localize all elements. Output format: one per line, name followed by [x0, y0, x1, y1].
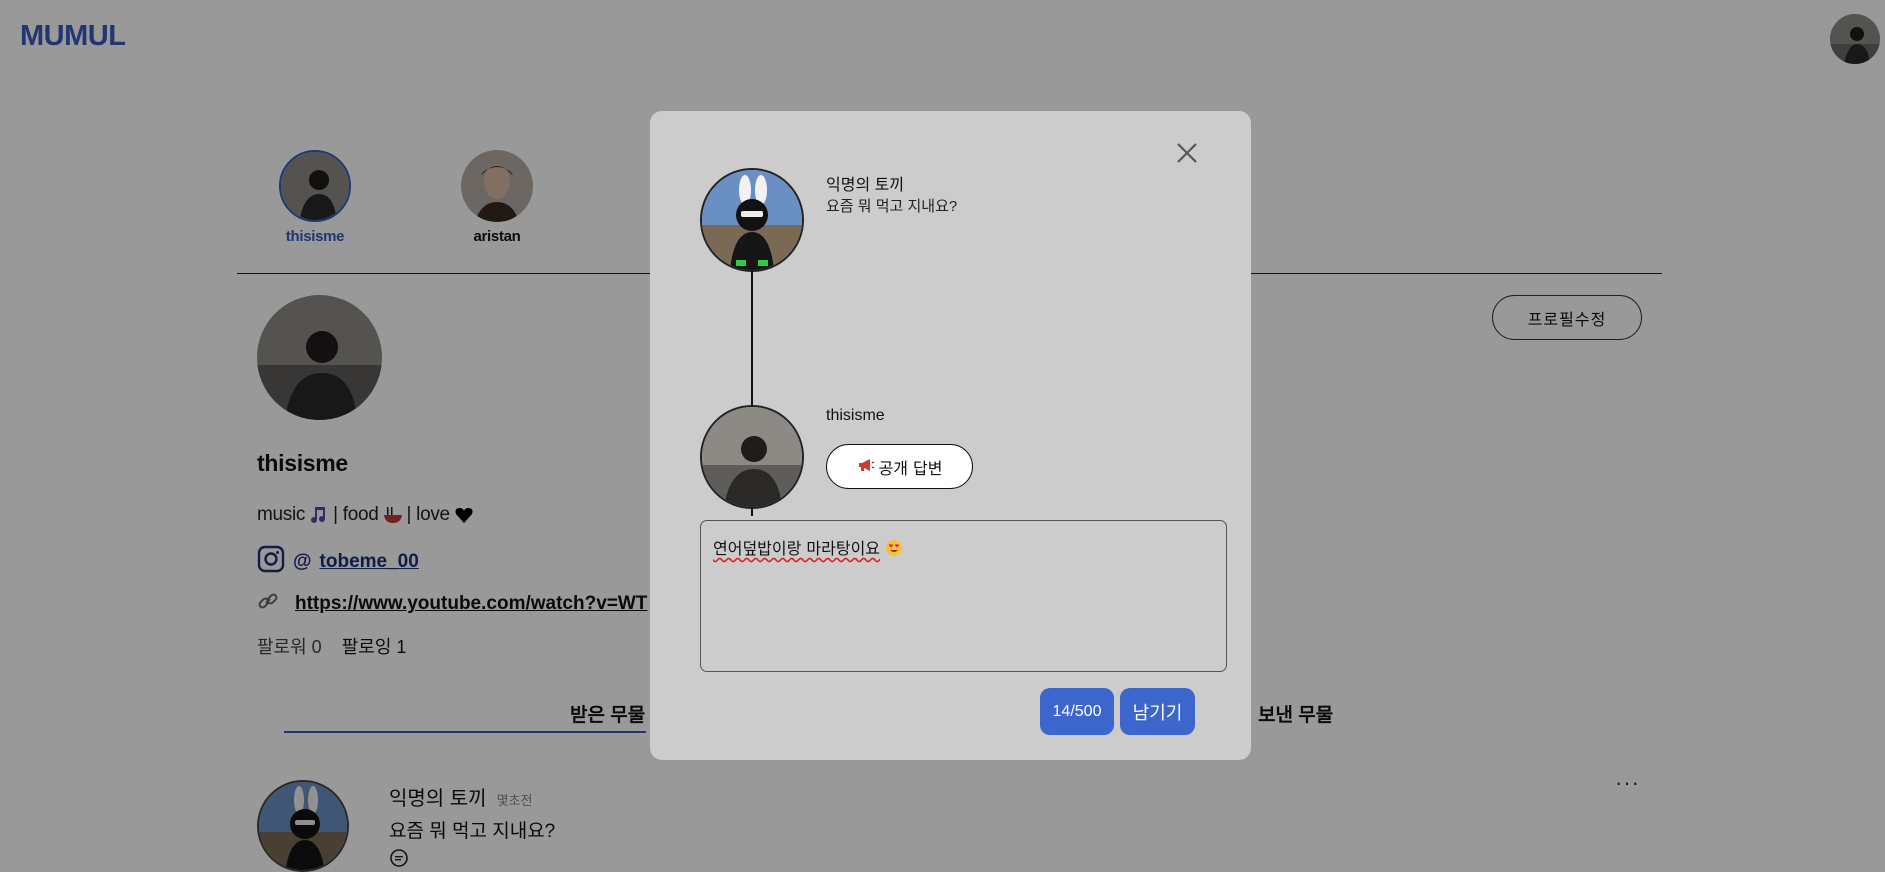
public-answer-label: 공개 답변 — [878, 458, 943, 478]
question-author: 익명의 토끼 — [826, 177, 905, 194]
answer-author-avatar — [700, 405, 804, 509]
question-author-avatar — [700, 168, 804, 272]
answer-textarea[interactable]: 연어덮밥이랑 마라탕이요 — [700, 520, 1227, 672]
submit-answer-button[interactable]: 남기기 — [1120, 688, 1195, 735]
answer-text: 연어덮밥이랑 마라탕이요 — [713, 539, 881, 558]
public-answer-toggle[interactable]: 공개 답변 — [826, 444, 973, 489]
megaphone-icon — [857, 457, 875, 477]
answer-author: thisisme — [826, 407, 885, 424]
close-icon[interactable] — [1171, 137, 1203, 169]
heart-eyes-emoji-icon — [885, 539, 903, 561]
question-text: 요즘 뭐 먹고 지내요? — [826, 198, 958, 215]
char-counter: 14/500 — [1040, 688, 1114, 735]
answer-modal: 익명의 토끼 요즘 뭐 먹고 지내요? thisisme 공개 답변 연어덮밥이… — [650, 111, 1251, 760]
